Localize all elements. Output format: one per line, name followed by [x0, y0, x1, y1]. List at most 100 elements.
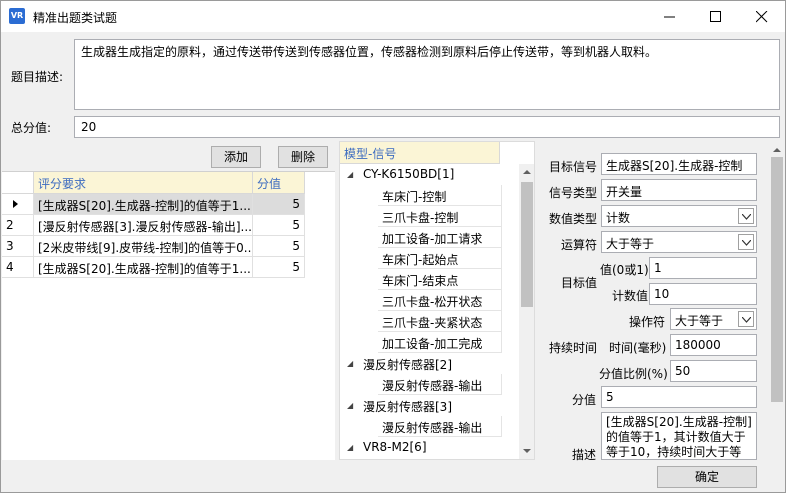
maximize-icon — [710, 11, 721, 22]
value-type-label: 数值类型 — [549, 212, 598, 226]
delete-button[interactable]: 删除 — [278, 146, 328, 168]
value01-label: 值(0或1) — [600, 263, 649, 277]
tree-node[interactable]: ◢ 漫反射传感器[3] — [340, 395, 518, 416]
expand-toggle-icon[interactable]: ◢ — [347, 443, 353, 452]
score-cell[interactable]: 5 — [253, 215, 305, 236]
count-input[interactable]: 10 — [649, 283, 757, 305]
tree-node[interactable]: ◢ VR8-M2[6] — [340, 437, 518, 458]
operator2-value: 大于等于 — [675, 314, 724, 328]
target-signal-input[interactable]: 生成器S[20].生成器-控制 — [601, 153, 757, 175]
total-score-label: 总分值: — [11, 121, 52, 135]
value-type-dropdown-button[interactable] — [738, 208, 754, 224]
expand-toggle-icon[interactable]: ◢ — [347, 359, 353, 368]
description-textarea[interactable]: 生成器生成指定的原料，通过传送带传送到传感器位置，传感器检测到原料后停止传送带，… — [74, 39, 780, 110]
row-number-cell[interactable]: 4 — [2, 257, 34, 278]
score-cell[interactable]: 5 — [253, 236, 305, 257]
tree-node-label: VR8-M2[6] — [363, 440, 427, 454]
close-icon — [756, 11, 768, 23]
minimize-button[interactable] — [647, 1, 693, 32]
tree-header: 模型-信号 — [340, 142, 500, 164]
maximize-button[interactable] — [693, 1, 739, 32]
table-row[interactable]: 1[生成器S[20].生成器-控制]的值等于1...5 — [2, 194, 332, 215]
score-label: 分值 — [572, 393, 597, 407]
add-button[interactable]: 添加 — [211, 146, 261, 168]
tree-child-item[interactable]: 车床门-结束点 — [378, 269, 502, 290]
tree-node[interactable]: ◢ CY-K6150BD[1] — [340, 164, 518, 185]
operator-select[interactable]: 大于等于 — [601, 231, 757, 253]
tree-child-item[interactable]: 漫反射传感器-输出 — [378, 416, 502, 437]
value01-input[interactable]: 1 — [649, 257, 757, 279]
table-row[interactable]: 3 [2米皮带线[9].皮带线-控制]的值等于0... 5 — [2, 236, 332, 257]
minimize-icon — [664, 16, 675, 18]
tree-child-item[interactable]: 加工设备-加工请求 — [378, 227, 502, 248]
row-number: 4 — [6, 260, 14, 274]
scroll-down-icon — [523, 449, 531, 453]
chevron-down-icon — [742, 317, 751, 323]
ratio-input[interactable]: 50 — [670, 360, 757, 382]
tree-node-label: 漫反射传感器[2] — [363, 358, 452, 372]
requirement-cell[interactable]: [2米皮带线[9].皮带线-控制]的值等于0... — [34, 236, 253, 257]
signal-tree: 模型-信号 ◢ CY-K6150BD[1] 车床门-控制 三爪卡盘-控制 加工设备-加工… — [339, 141, 535, 460]
operator2-dropdown-button[interactable] — [738, 311, 754, 327]
total-score-input[interactable]: 20 — [74, 116, 780, 138]
tree-node-label: CY-K6150BD[1] — [363, 167, 455, 181]
row-number-cell[interactable]: 1 — [2, 194, 34, 215]
score-input[interactable]: 5 — [601, 386, 757, 408]
confirm-button[interactable]: 确定 — [657, 466, 757, 488]
scroll-up-icon — [523, 170, 531, 174]
tree-node[interactable]: ◢ 漫反射传感器[2] — [340, 353, 518, 374]
title-bar: VR 精准出题类试题 — [1, 1, 785, 32]
signal-type-label: 信号类型 — [549, 186, 598, 200]
scroll-up-icon — [773, 148, 781, 152]
column-header-requirement[interactable]: 评分要求 — [34, 172, 253, 194]
row-number-cell[interactable]: 2 — [2, 215, 34, 236]
window-title: 精准出题类试题 — [33, 11, 118, 25]
operator2-select[interactable]: 大于等于 — [670, 308, 757, 330]
tree-child-item[interactable]: 加工设备-加工完成 — [378, 332, 502, 353]
dialog-window: VR 精准出题类试题 题目描述: 生成器生成指定的原料，通过传送带传送到传感器位… — [0, 0, 786, 493]
row-number: 2 — [6, 218, 14, 232]
score-cell[interactable]: 5 — [253, 257, 305, 278]
tree-child-item[interactable]: 三爪卡盘-松开状态 — [378, 290, 502, 311]
tree-child-item[interactable]: 三爪卡盘-夹紧状态 — [378, 311, 502, 332]
grid-blank-area — [324, 194, 335, 460]
tree-child-item[interactable]: 车床门-起始点 — [378, 248, 502, 269]
panel-scrollbar[interactable] — [769, 141, 785, 461]
requirement-cell[interactable]: [漫反射传感器[3].漫反射传感器-输出]... — [34, 215, 253, 236]
operator-dropdown-button[interactable] — [738, 234, 754, 250]
row-number: 3 — [6, 239, 14, 253]
chevron-down-icon — [742, 214, 751, 220]
column-header-score[interactable]: 分值 — [253, 172, 305, 194]
requirement-cell[interactable]: [生成器S[20].生成器-控制]的值等于1... — [34, 257, 253, 278]
operator-label: 运算符 — [561, 238, 598, 252]
expand-toggle-icon[interactable]: ◢ — [347, 170, 353, 179]
detail-description-label: 描述 — [572, 448, 597, 462]
table-row[interactable]: 4 [生成器S[20].生成器-控制]的值等于1... 5 — [2, 257, 332, 278]
expand-toggle-icon[interactable]: ◢ — [347, 401, 353, 410]
table-row[interactable]: 2 [漫反射传感器[3].漫反射传感器-输出]... 5 — [2, 215, 332, 236]
value-type-select[interactable]: 计数 — [601, 205, 757, 227]
row-indicator-header — [2, 172, 34, 194]
row-number-cell[interactable]: 3 — [2, 236, 34, 257]
detail-description-textarea[interactable]: [生成器S[20].生成器-控制]的值等于1，其计数值大于等于10，持续时间大于… — [601, 412, 757, 460]
tree-child-item[interactable]: 车床门-控制 — [378, 185, 502, 206]
value-type-value: 计数 — [606, 211, 631, 225]
ratio-label: 分值比例(%) — [599, 367, 668, 381]
tree-scroll-thumb[interactable] — [521, 182, 533, 307]
duration-label: 持续时间 — [549, 341, 598, 355]
time-label: 时间(毫秒) — [609, 341, 667, 355]
tree-child-item[interactable]: 漫反射传感器-输出 — [378, 374, 502, 395]
score-cell[interactable]: 5 — [253, 194, 305, 215]
tree-child-item[interactable]: 三爪卡盘-控制 — [378, 206, 502, 227]
requirement-cell[interactable]: [生成器S[20].生成器-控制]的值等于1... — [34, 194, 253, 215]
count-label: 计数值 — [612, 289, 649, 303]
panel-scroll-thumb[interactable] — [771, 157, 783, 402]
target-value-label: 目标值 — [561, 276, 598, 290]
operator2-label: 操作符 — [629, 315, 666, 329]
signal-type-input[interactable]: 开关量 — [601, 179, 757, 201]
description-label: 题目描述: — [11, 70, 64, 84]
close-button[interactable] — [739, 1, 785, 32]
time-input[interactable]: 180000 — [670, 334, 757, 356]
tree-scrollbar[interactable] — [519, 164, 534, 459]
app-icon: VR — [9, 8, 25, 24]
